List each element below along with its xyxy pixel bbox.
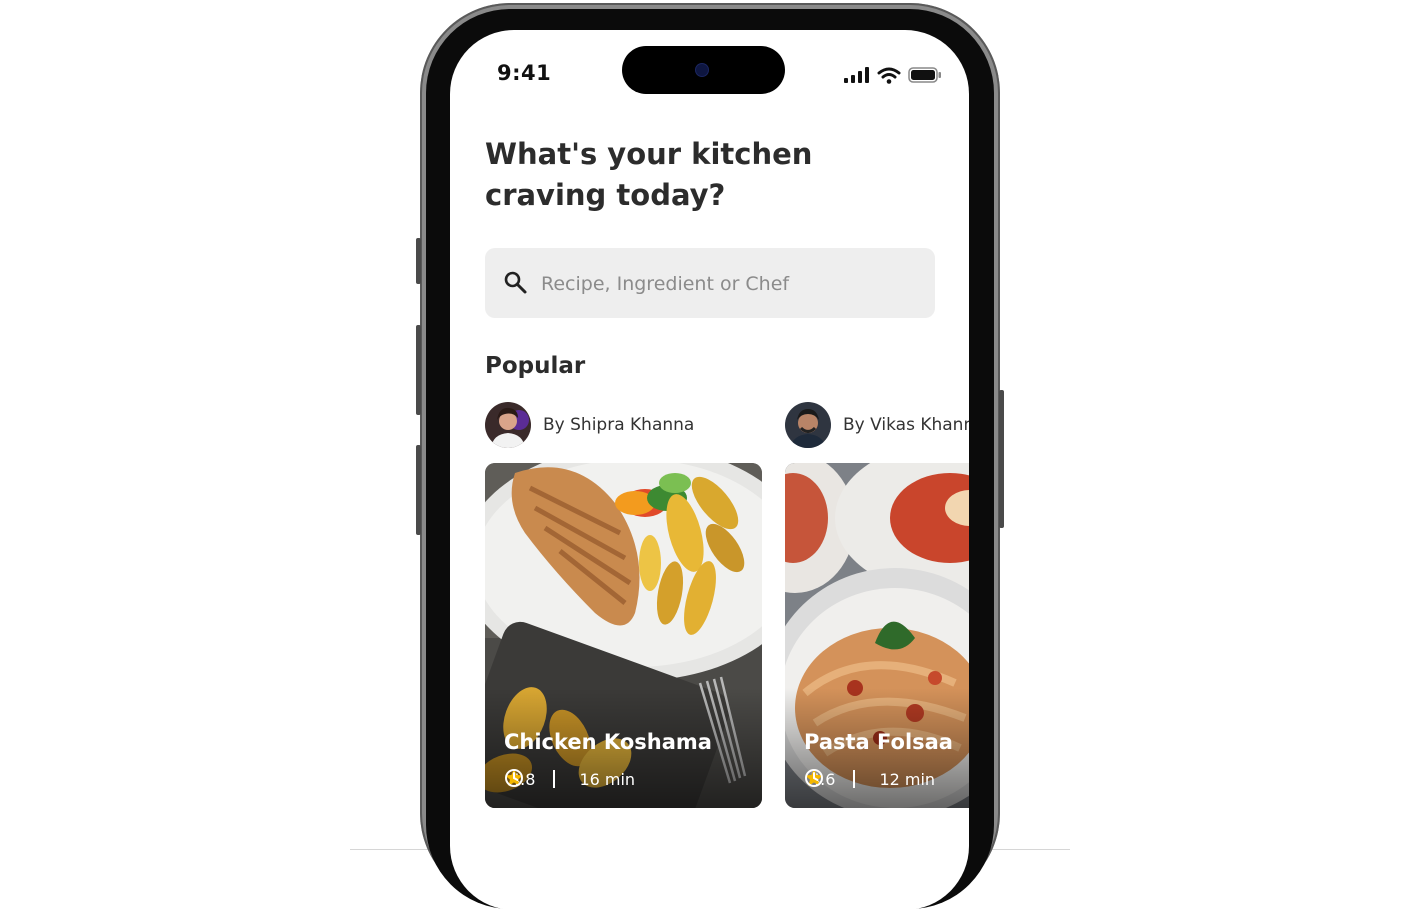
search-input[interactable]: [539, 264, 923, 304]
chef-name: By Shipra Khanna: [543, 415, 695, 435]
power-button: [999, 390, 1004, 528]
search-bar[interactable]: [485, 248, 935, 318]
dynamic-island: [622, 46, 785, 94]
recipe-photo[interactable]: Chicken Koshama 4.8 16 min: [485, 463, 762, 808]
camera-lens: [696, 64, 708, 76]
cellular-signal-icon: [844, 67, 869, 83]
meta-divider: [853, 770, 856, 788]
volume-down-button: [416, 445, 421, 535]
chef-avatar: [785, 402, 831, 448]
meta-divider: [553, 770, 556, 788]
action-button: [416, 238, 421, 284]
battery-icon: [908, 67, 941, 83]
volume-up-button: [416, 325, 421, 415]
clock-icon: [505, 769, 523, 787]
recipe-title: Pasta Folsaa: [804, 730, 953, 754]
recipe-title: Chicken Koshama: [504, 730, 712, 754]
search-icon: [504, 271, 527, 294]
clock-icon: [805, 769, 823, 787]
chef-name: By Vikas Khanna: [843, 415, 969, 435]
status-time: 9:41: [497, 61, 552, 85]
wifi-icon: [877, 67, 901, 84]
status-icons: [844, 66, 942, 84]
chef-avatar: [485, 402, 531, 448]
chef-row[interactable]: By Vikas Khanna: [785, 402, 969, 448]
page-headline: What's your kitchen craving today?: [485, 137, 813, 212]
recipe-time: 16 min: [579, 769, 636, 789]
chef-row[interactable]: By Shipra Khanna: [485, 402, 694, 448]
recipe-meta: 4.8 16 min: [504, 768, 635, 790]
recipe-photo[interactable]: Pasta Folsaa 4.6 12 min: [785, 463, 969, 808]
recipe-time: 12 min: [879, 769, 936, 789]
popular-section-title: Popular: [485, 353, 586, 379]
recipe-meta: 4.6 12 min: [804, 768, 935, 790]
app-screen: 9:41 What's your kitchen craving today? …: [450, 30, 969, 910]
